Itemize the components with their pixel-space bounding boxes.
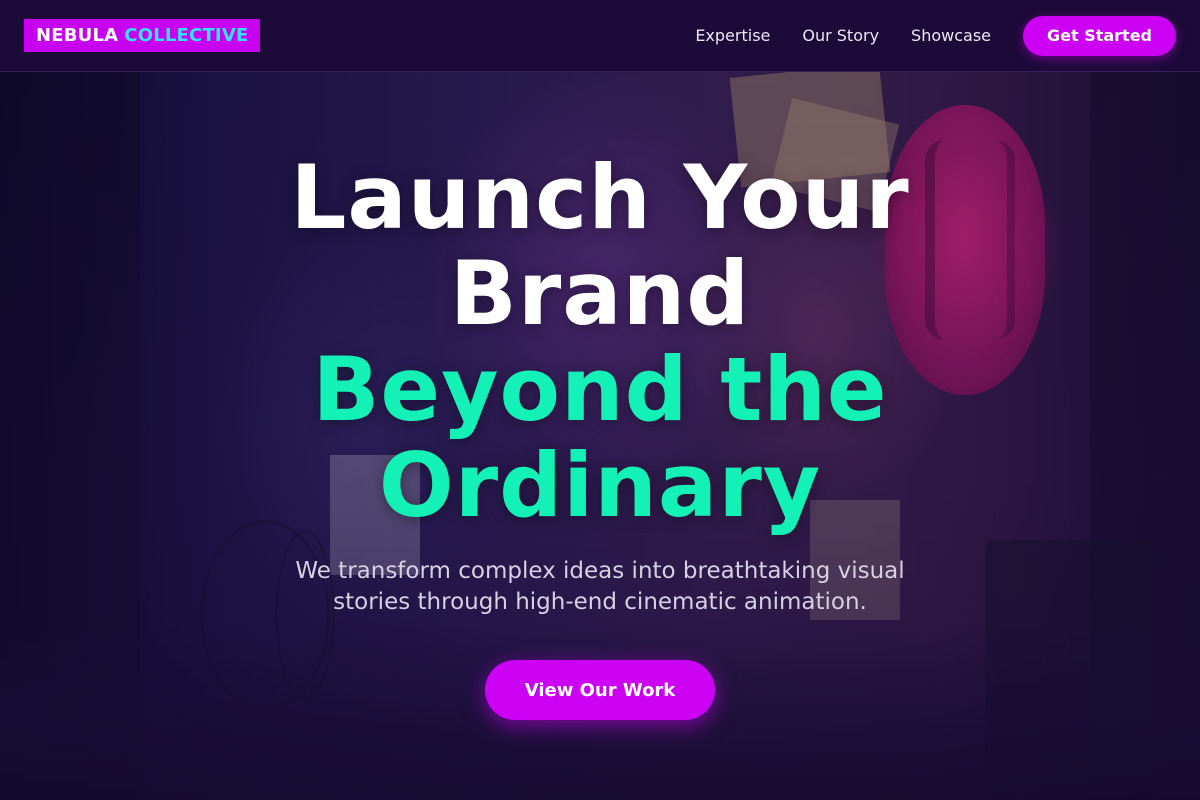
nav-link-showcase[interactable]: Showcase xyxy=(911,26,991,45)
headline-line-1: Launch Your xyxy=(290,146,910,249)
nav-link-our-story[interactable]: Our Story xyxy=(802,26,879,45)
nav-link-expertise[interactable]: Expertise xyxy=(695,26,770,45)
nav-links: Expertise Our Story Showcase Get Started xyxy=(695,15,1176,56)
hero-subtitle: We transform complex ideas into breathta… xyxy=(295,558,905,615)
headline-accent-line-2: Ordinary xyxy=(378,434,822,537)
hero-headline: Launch Your Brand Beyond the Ordinary xyxy=(0,150,1200,534)
brand-name-part1: NEBULA xyxy=(36,25,119,46)
headline-accent-line-1: Beyond the xyxy=(312,338,888,441)
view-our-work-button[interactable]: View Our Work xyxy=(485,660,715,720)
hero-section: Launch Your Brand Beyond the Ordinary We… xyxy=(0,150,1200,720)
headline-line-2: Brand xyxy=(449,242,751,345)
get-started-button[interactable]: Get Started xyxy=(1023,15,1176,56)
navbar: NEBULA COLLECTIVE Expertise Our Story Sh… xyxy=(0,0,1200,72)
brand-name-part2: COLLECTIVE xyxy=(124,25,249,46)
brand-logo[interactable]: NEBULA COLLECTIVE xyxy=(24,19,261,52)
